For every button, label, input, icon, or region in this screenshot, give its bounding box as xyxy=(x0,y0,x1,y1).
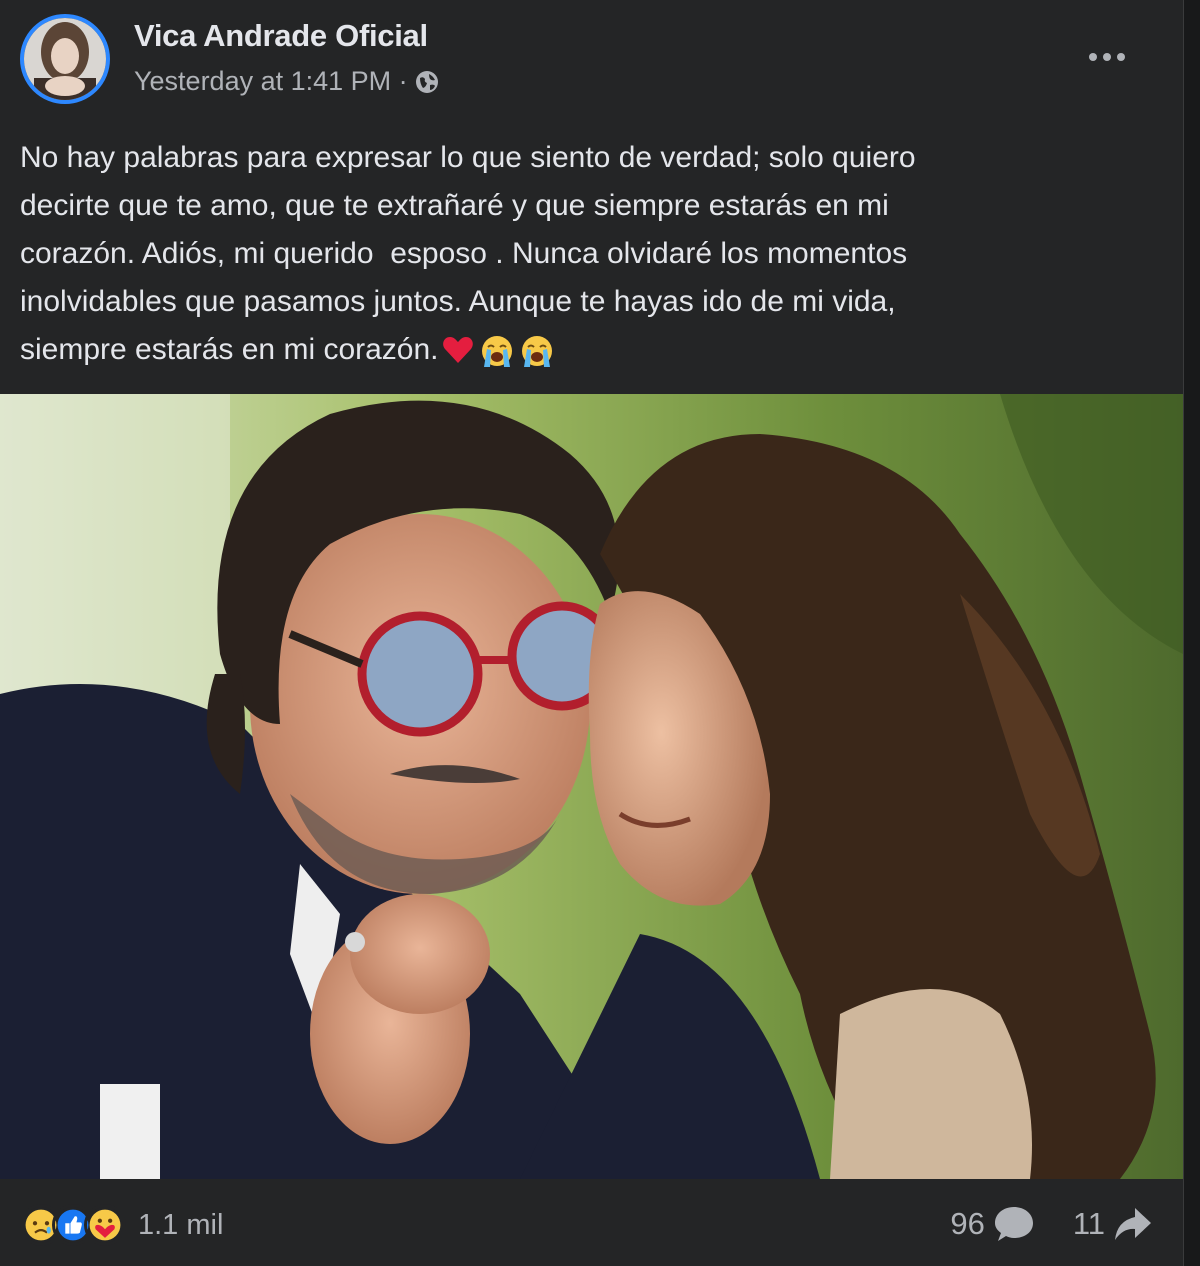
comment-count: 96 xyxy=(950,1206,985,1241)
share-icon xyxy=(1115,1208,1151,1240)
couple-photo xyxy=(0,394,1183,1179)
author-avatar[interactable] xyxy=(20,14,110,104)
post-timestamp[interactable]: Yesterday at 1:41 PM · xyxy=(134,66,408,97)
reactions-summary[interactable]: 1.1 mil xyxy=(20,1204,223,1246)
post-stats: 96 11 xyxy=(950,1204,1153,1244)
author-name[interactable]: Vica Andrade Oficial xyxy=(134,18,428,54)
trailing-emojis xyxy=(441,333,555,369)
loudly-crying-face-icon xyxy=(481,336,512,368)
post-message: No hay palabras para expresar lo que sie… xyxy=(20,134,1140,374)
globe-icon xyxy=(414,69,440,95)
post-header: Vica Andrade Oficial Yesterday at 1:41 P… xyxy=(0,0,1183,118)
care-reaction-icon xyxy=(84,1204,126,1246)
comments-stat[interactable]: 96 xyxy=(950,1204,1034,1244)
more-options-icon xyxy=(1089,53,1125,61)
share-count: 11 xyxy=(1072,1206,1105,1241)
post-photo[interactable] xyxy=(0,394,1183,1179)
post-meta: Yesterday at 1:41 PM · xyxy=(134,66,440,97)
shares-stat[interactable]: 11 xyxy=(1073,1206,1153,1242)
comment-icon xyxy=(994,1207,1033,1241)
facebook-post: Vica Andrade Oficial Yesterday at 1:41 P… xyxy=(0,0,1184,1266)
loudly-crying-face-icon xyxy=(521,336,552,368)
heart-icon xyxy=(442,337,473,364)
more-options-button[interactable] xyxy=(1081,42,1133,72)
reaction-count[interactable]: 1.1 mil xyxy=(138,1209,223,1242)
post-footer: 1.1 mil 96 11 xyxy=(0,1182,1183,1266)
